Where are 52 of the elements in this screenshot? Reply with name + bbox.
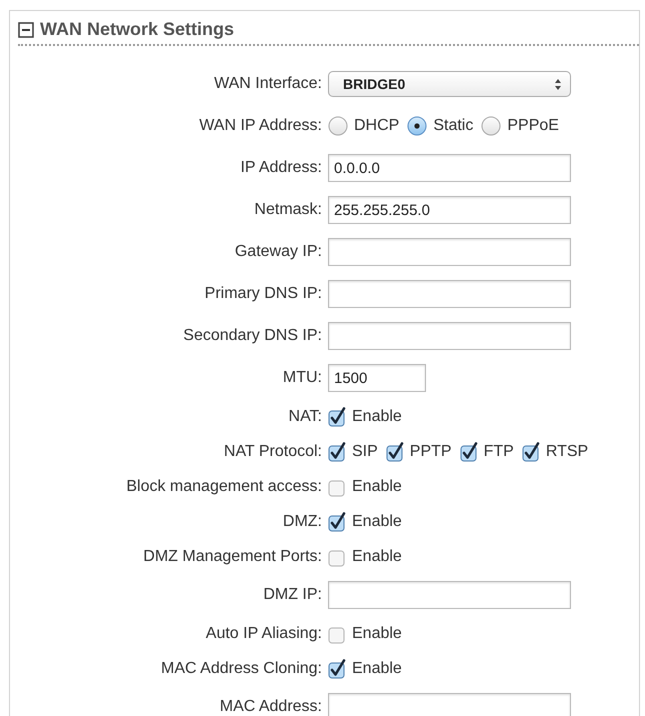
field-label: Netmask: — [254, 201, 322, 219]
checkbox-label[interactable]: Enable — [352, 624, 402, 642]
field-label: IP Address: — [240, 159, 322, 177]
dropdown[interactable]: BRIDGE0 — [328, 71, 571, 97]
input-field[interactable]: 0.0.0.0 — [328, 154, 571, 182]
checkbox[interactable] — [328, 512, 346, 532]
field-label: WAN IP Address: — [199, 117, 322, 135]
input-field[interactable] — [328, 693, 571, 716]
radio-button[interactable] — [328, 116, 348, 136]
checkbox[interactable] — [328, 406, 346, 426]
radio-label[interactable]: PPPoE — [507, 117, 559, 135]
field-label: MTU: — [282, 369, 322, 387]
field-label: WAN Interface: — [214, 75, 322, 93]
checkbox-label[interactable]: PPTP — [410, 442, 452, 460]
checkbox[interactable] — [328, 658, 346, 678]
field-label: DMZ: — [282, 512, 322, 530]
input-field[interactable] — [328, 280, 571, 308]
radio-button[interactable] — [407, 116, 428, 136]
radio-label[interactable]: DHCP — [354, 117, 400, 135]
checkbox[interactable] — [328, 442, 346, 462]
radio-label[interactable]: Static — [433, 117, 474, 135]
input-field[interactable]: 255.255.255.0 — [328, 196, 571, 224]
input-field[interactable] — [328, 322, 571, 350]
field-label: Block management access: — [126, 478, 322, 496]
field-label: NAT Protocol: — [224, 442, 322, 460]
field-label: Primary DNS IP: — [204, 285, 322, 303]
field-label: NAT: — [288, 408, 322, 426]
field-label: Auto IP Aliasing: — [206, 624, 322, 642]
field-label: MAC Address Cloning: — [161, 660, 322, 678]
checkbox[interactable] — [386, 442, 404, 462]
checkbox-label[interactable]: FTP — [484, 442, 514, 460]
input-field[interactable] — [328, 581, 571, 609]
field-label: MAC Address: — [220, 698, 322, 716]
checkbox-label[interactable]: Enable — [352, 478, 402, 496]
checkbox-label[interactable]: Enable — [352, 660, 402, 678]
input-field[interactable]: 1500 — [328, 364, 426, 392]
checkbox-label[interactable]: Enable — [352, 408, 402, 426]
updown-arrows-icon — [554, 78, 562, 90]
collapse-icon[interactable] — [18, 22, 34, 38]
checkbox[interactable] — [460, 442, 478, 462]
section-title: WAN Network Settings — [40, 19, 234, 40]
field-label: Secondary DNS IP: — [183, 327, 322, 345]
checkbox-label[interactable]: RTSP — [546, 442, 588, 460]
field-label: Gateway IP: — [234, 243, 322, 261]
checkbox[interactable] — [522, 442, 540, 462]
radio-button[interactable] — [481, 116, 502, 136]
checkbox-label[interactable]: Enable — [352, 512, 402, 530]
checkbox-label[interactable]: Enable — [352, 548, 402, 566]
checkbox-label[interactable]: SIP — [352, 442, 378, 460]
field-label: DMZ Management Ports: — [143, 548, 322, 566]
field-label: DMZ IP: — [263, 586, 322, 604]
input-field[interactable] — [328, 238, 571, 266]
